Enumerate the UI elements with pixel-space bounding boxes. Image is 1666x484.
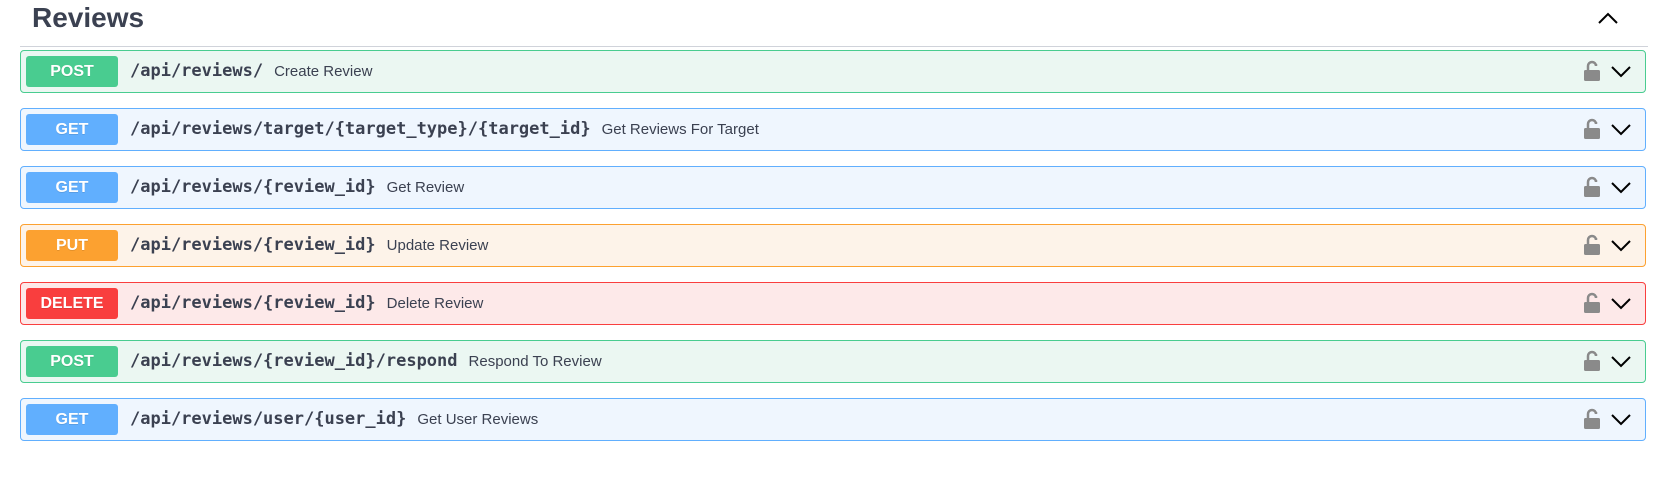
operation-summary: Get User Reviews [417,411,539,428]
path-text: /api/reviews/{review_id} [130,235,376,255]
unlocked-padlock-icon[interactable] [1583,234,1601,256]
operation-post-create-review[interactable]: POST /api/reviews/Create Review [20,50,1646,93]
unlocked-padlock-icon[interactable] [1583,292,1601,314]
operation-post-respond-to-review[interactable]: POST /api/reviews/{review_id}/respond Res… [20,340,1646,383]
method-badge: GET [26,114,118,145]
method-badge: GET [26,172,118,203]
chevron-up-icon[interactable] [1592,4,1624,32]
path-text: /api/reviews/{review_id}/respond [130,351,458,371]
chevron-down-icon[interactable] [1609,235,1633,255]
operation-path: /api/reviews/{review_id} Update Review [130,225,488,266]
operation-summary: Respond To Review [468,353,602,370]
method-badge: POST [26,346,118,377]
operation-get-user-reviews[interactable]: GET /api/reviews/user/{user_id} Get User … [20,398,1646,441]
section-header[interactable]: Reviews [20,0,1648,47]
operation-get-review[interactable]: GET /api/reviews/{review_id} Get Review [20,166,1646,209]
unlocked-padlock-icon[interactable] [1583,350,1601,372]
unlocked-padlock-icon[interactable] [1583,60,1601,82]
operation-summary: Create Review [274,63,373,80]
operation-summary: Update Review [386,237,489,254]
method-badge: GET [26,404,118,435]
operation-summary: Get Review [386,179,465,196]
path-text: /api/reviews/{review_id} [130,293,376,313]
unlocked-padlock-icon[interactable] [1583,118,1601,140]
reviews-section: Reviews POST /api/reviews/Create Review … [0,0,1666,484]
path-text: /api/reviews/user/{user_id} [130,409,407,429]
chevron-down-icon[interactable] [1609,351,1633,371]
path-text: /api/reviews/{review_id} [130,177,376,197]
operation-path: /api/reviews/{review_id} Get Review [130,167,464,208]
operation-summary: Delete Review [386,295,484,312]
chevron-down-icon[interactable] [1609,177,1633,197]
operation-put-update-review[interactable]: PUT /api/reviews/{review_id} Update Revie… [20,224,1646,267]
path-text: /api/reviews/target/{target_type}/{targe… [130,119,591,139]
operation-path: /api/reviews/{review_id} Delete Review [130,283,483,324]
operation-delete-review[interactable]: DELETE /api/reviews/{review_id} Delete Re… [20,282,1646,325]
operation-path: /api/reviews/user/{user_id} Get User Revi… [130,399,538,440]
method-badge: POST [26,56,118,87]
chevron-down-icon[interactable] [1609,119,1633,139]
method-badge: DELETE [26,288,118,319]
operation-path: /api/reviews/Create Review [130,51,372,92]
chevron-down-icon[interactable] [1609,61,1633,81]
method-badge: PUT [26,230,118,261]
operation-path: /api/reviews/target/{target_type}/{targe… [130,109,759,150]
operation-get-reviews-for-target[interactable]: GET /api/reviews/target/{target_type}/{t… [20,108,1646,151]
unlocked-padlock-icon[interactable] [1583,408,1601,430]
section-title: Reviews [32,2,145,33]
operation-summary: Get Reviews For Target [601,121,759,138]
operation-path: /api/reviews/{review_id}/respond Respond … [130,341,602,382]
path-text: /api/reviews/ [130,61,264,81]
chevron-down-icon[interactable] [1609,409,1633,429]
chevron-down-icon[interactable] [1609,293,1633,313]
unlocked-padlock-icon[interactable] [1583,176,1601,198]
